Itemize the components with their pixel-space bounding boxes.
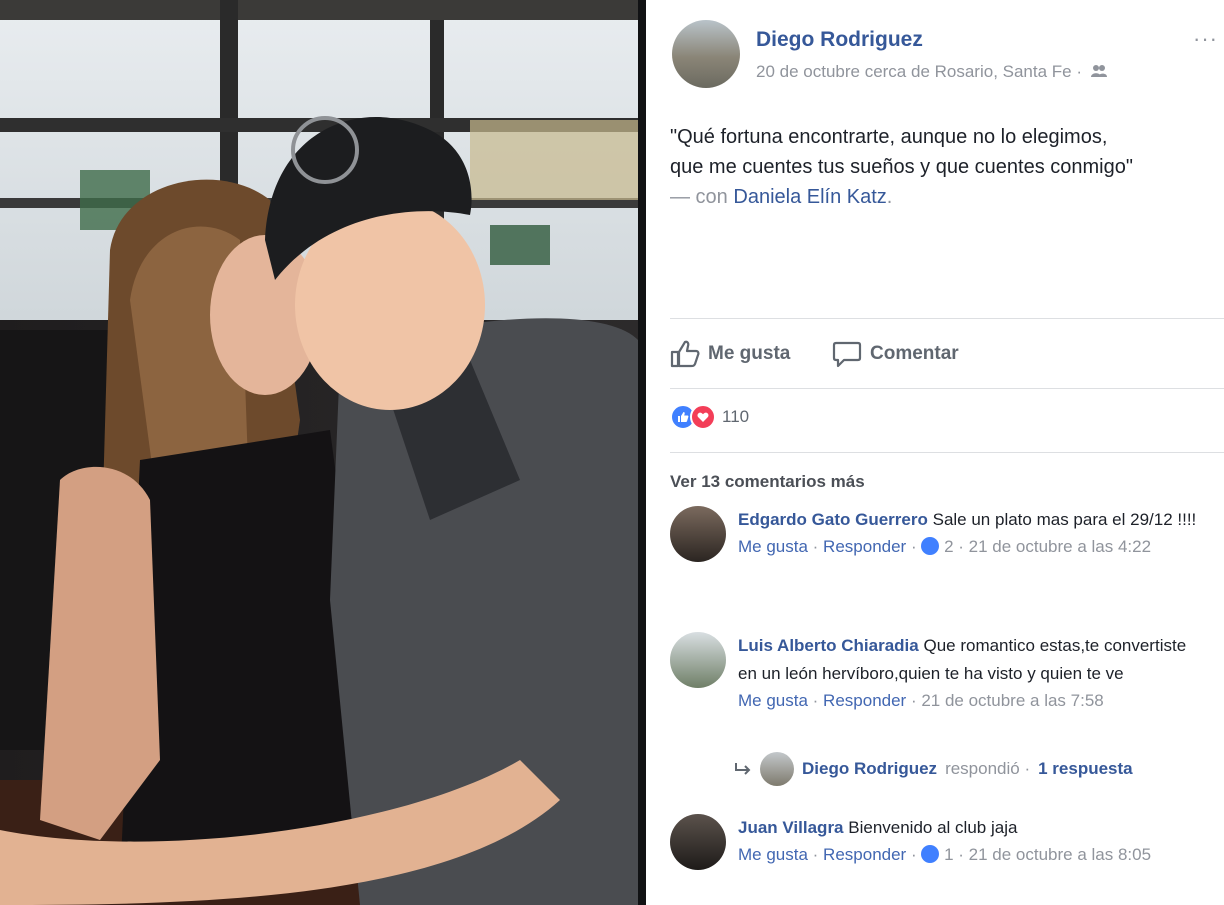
speech-bubble-icon <box>832 341 862 368</box>
post-date-location[interactable]: 20 de octubre cerca de Rosario, Santa Fe… <box>756 62 1082 81</box>
commenter-avatar[interactable] <box>670 632 726 688</box>
more-options-icon[interactable]: ··· <box>1193 26 1218 52</box>
view-more-comments-link[interactable]: Ver 13 comentarios más <box>670 472 865 492</box>
couple-photo-illustration <box>0 0 638 905</box>
post-panel: Diego Rodriguez 20 de octubre cerca de R… <box>646 0 1224 905</box>
comment-time[interactable]: 21 de octubre a las 7:58 <box>921 691 1103 710</box>
comment-reaction-count[interactable]: 1 <box>944 845 953 864</box>
tagged-person-link[interactable]: Daniela Elín Katz <box>733 186 886 208</box>
comment-text: Sale un plato mas para el 29/12 !!!! <box>932 510 1197 529</box>
separator <box>670 388 1224 389</box>
reply-thread-link[interactable]: Diego Rodriguez respondió · 1 respuesta <box>734 752 1133 786</box>
commenter-avatar[interactable] <box>670 814 726 870</box>
tagged-with-line: — con Daniela Elín Katz. <box>670 182 1210 212</box>
comment-author[interactable]: Luis Alberto Chiaradia <box>738 636 919 655</box>
post-text: "Qué fortuna encontrarte, aunque no lo e… <box>670 122 1210 212</box>
comment-like-link[interactable]: Me gusta <box>738 691 808 710</box>
comment-author[interactable]: Juan Villagra <box>738 818 844 837</box>
post-quote-line-2: que me cuentes tus sueños y que cuentes … <box>670 156 1133 178</box>
post-meta: 20 de octubre cerca de Rosario, Santa Fe… <box>756 62 1107 82</box>
comment-meta: Me gusta · Responder · 21 de octubre a l… <box>738 691 1104 710</box>
post-author-name[interactable]: Diego Rodriguez <box>756 28 923 52</box>
reply-count: 1 respuesta <box>1038 759 1133 778</box>
post-photo[interactable] <box>0 0 638 905</box>
comment-reply-link[interactable]: Responder <box>823 691 906 710</box>
comment-time[interactable]: 21 de octubre a las 8:05 <box>969 845 1151 864</box>
comment-reply-link[interactable]: Responder <box>823 537 906 556</box>
like-button[interactable]: Me gusta <box>670 336 790 372</box>
thumbs-up-icon <box>670 340 700 368</box>
separator <box>670 452 1224 453</box>
comment-meta: Me gusta · Responder · 2 · 21 de octubre… <box>738 537 1152 556</box>
reaction-count: 110 <box>722 407 750 426</box>
comment-button-label: Comentar <box>870 343 959 364</box>
comment-time[interactable]: 21 de octubre a las 4:22 <box>969 537 1151 556</box>
comment-meta: Me gusta · Responder · 1 · 21 de octubre… <box>738 845 1152 864</box>
author-avatar[interactable] <box>672 20 740 88</box>
reply-action: respondió · <box>945 759 1031 778</box>
reply-author: Diego Rodriguez <box>802 759 938 778</box>
like-badge-icon <box>921 537 940 555</box>
comment-body: Luis Alberto Chiaradia Que romantico est… <box>738 632 1208 714</box>
with-prefix: — con <box>670 186 728 208</box>
reply-arrow-icon <box>735 763 751 775</box>
tagged-suffix: . <box>886 186 893 208</box>
comment-button[interactable]: Comentar <box>832 336 959 372</box>
comment-like-link[interactable]: Me gusta <box>738 845 808 864</box>
panel-divider <box>638 0 646 905</box>
friends-icon[interactable] <box>1090 64 1107 78</box>
comment-author[interactable]: Edgardo Gato Guerrero <box>738 510 928 529</box>
comment-reaction-count[interactable]: 2 <box>944 537 953 556</box>
post-quote-line-1: "Qué fortuna encontrarte, aunque no lo e… <box>670 126 1108 148</box>
like-badge-icon <box>921 845 940 863</box>
separator <box>670 318 1224 319</box>
comment-body: Juan Villagra Bienvenido al club jaja Me… <box>738 814 1208 868</box>
reactions-summary[interactable]: 110 <box>670 404 749 430</box>
commenter-avatar[interactable] <box>670 506 726 562</box>
comment-text: Bienvenido al club jaja <box>848 818 1018 837</box>
comment-reply-link[interactable]: Responder <box>823 845 906 864</box>
love-icon <box>690 404 716 430</box>
like-button-label: Me gusta <box>708 343 791 364</box>
comment-like-link[interactable]: Me gusta <box>738 537 808 556</box>
comment-body: Edgardo Gato Guerrero Sale un plato mas … <box>738 506 1208 560</box>
reply-author-avatar <box>760 752 794 786</box>
